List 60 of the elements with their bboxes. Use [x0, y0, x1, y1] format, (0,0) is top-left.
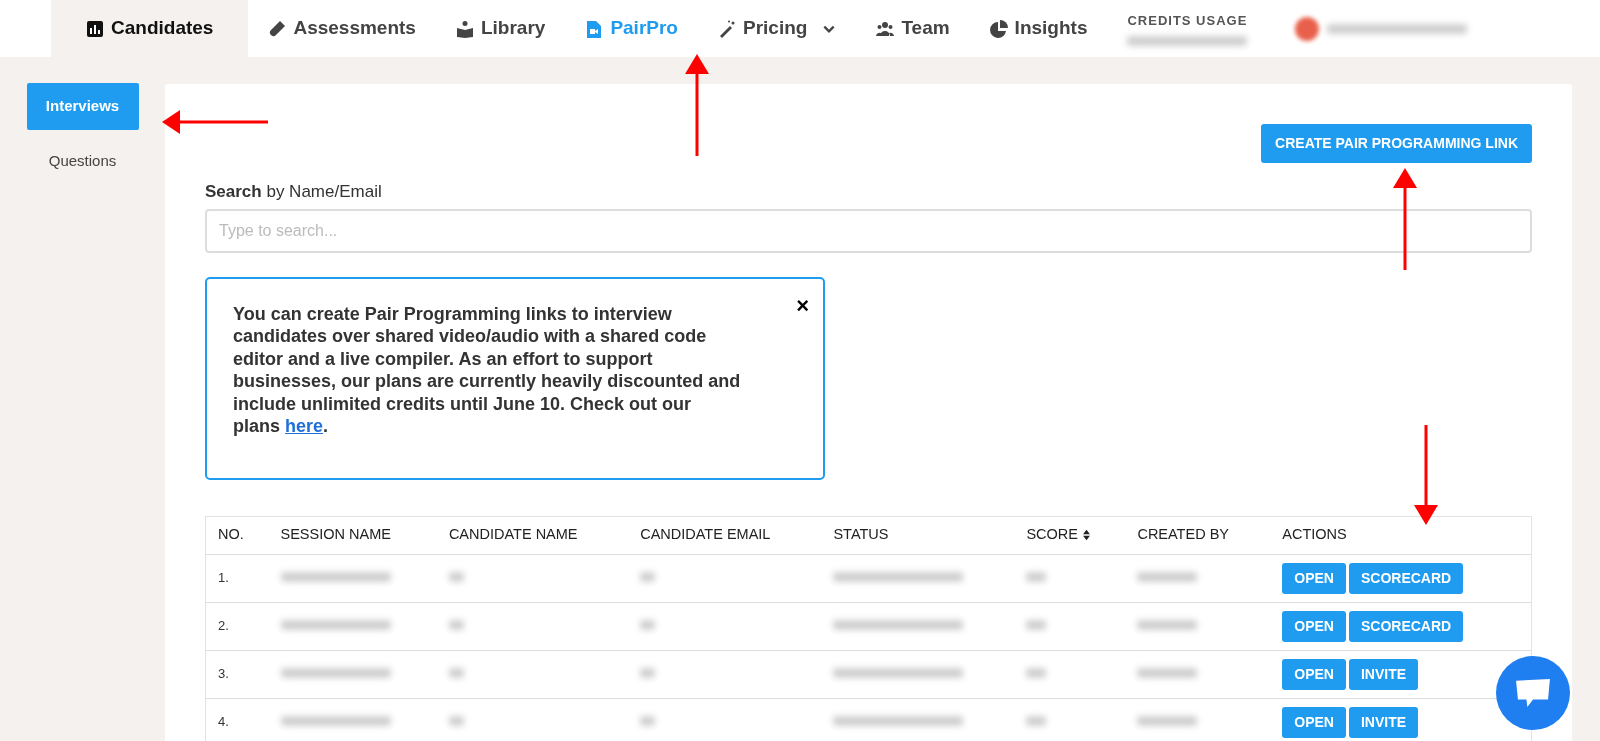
action-button[interactable]: SCORECARD: [1348, 562, 1464, 594]
search-field[interactable]: Type to search...: [205, 208, 1532, 253]
blurred-text: [640, 716, 656, 727]
action-button[interactable]: INVITE: [1348, 658, 1419, 690]
row-number: 4.: [205, 698, 269, 741]
sort-icon[interactable]: [1082, 529, 1091, 542]
action-button[interactable]: INVITE: [1348, 706, 1419, 738]
row-number: 1.: [205, 554, 269, 602]
action-button[interactable]: SCORECARD: [1348, 610, 1464, 642]
notice-text: You can create Pair Programming links to interview candidates over shared video/audio with a shared code editor and a live compiler. As an effort to support businesses, our plans are currently heavily discounted and include unlimited credits until June 10. Check out our plans here.: [233, 302, 742, 438]
blurred-text: [1137, 716, 1198, 727]
create-link-button[interactable]: CREATE PAIR PROGRAMMING LINK: [1261, 124, 1532, 163]
column-header: CANDIDATE NAME: [436, 516, 629, 554]
blurred-avatar: [1295, 16, 1320, 41]
credits-usage-label: CREDITS USAGE: [1127, 11, 1248, 30]
column-header: CANDIDATE EMAIL: [628, 516, 822, 554]
blurred-text: [1026, 620, 1047, 631]
action-button[interactable]: OPEN: [1282, 706, 1346, 738]
blurred-text: [448, 668, 464, 679]
blurred-text: [448, 716, 464, 727]
nav-tab[interactable]: Insights: [969, 0, 1108, 57]
search-label: Search by Name/Email: [205, 181, 383, 203]
action-button[interactable]: OPEN: [1282, 658, 1346, 690]
book-icon: [455, 19, 474, 38]
action-button[interactable]: OPEN: [1282, 562, 1346, 594]
chart-icon: [86, 19, 104, 38]
row-number: 2.: [205, 602, 269, 650]
people-icon: [876, 19, 895, 38]
sidebar-tab[interactable]: Questions: [26, 137, 139, 184]
chat-bubble-icon: [1514, 677, 1552, 709]
nav-tab[interactable]: Assessments: [248, 0, 436, 57]
nav-tab[interactable]: Pricing: [697, 0, 857, 57]
nav-tab[interactable]: Library: [435, 0, 566, 57]
blurred-text: [640, 668, 656, 679]
close-button[interactable]: ×: [796, 294, 809, 317]
column-header: CREATED BY: [1125, 516, 1271, 554]
row-number: 3.: [205, 650, 269, 698]
column-header: SCORE: [1014, 516, 1126, 554]
blurred-text: [1026, 716, 1047, 727]
blurred-text: [640, 572, 656, 583]
column-header: NO.: [205, 516, 269, 554]
document-video-icon: [585, 19, 604, 38]
blurred-text: [1026, 572, 1047, 583]
column-header: SESSION NAME: [268, 516, 437, 554]
blurred-text: [1137, 620, 1198, 631]
nav-tab[interactable]: Team: [856, 0, 970, 57]
nav-tab[interactable]: Candidates: [51, 0, 249, 57]
pie-chart-icon: [989, 19, 1008, 38]
blurred-text: [448, 572, 464, 583]
blurred-text: [640, 620, 656, 631]
blurred-text: [1137, 668, 1198, 679]
action-button[interactable]: OPEN: [1282, 610, 1346, 642]
test-tube-icon: [268, 19, 287, 38]
column-header: STATUS: [821, 516, 1015, 554]
blurred-text: [1026, 668, 1047, 679]
here-link[interactable]: here: [285, 416, 324, 436]
blurred-text: [448, 620, 464, 631]
blurred-text: [1137, 572, 1198, 583]
sidebar-tab[interactable]: Interviews: [26, 83, 139, 130]
nav-tab[interactable]: PairPro: [565, 0, 698, 57]
